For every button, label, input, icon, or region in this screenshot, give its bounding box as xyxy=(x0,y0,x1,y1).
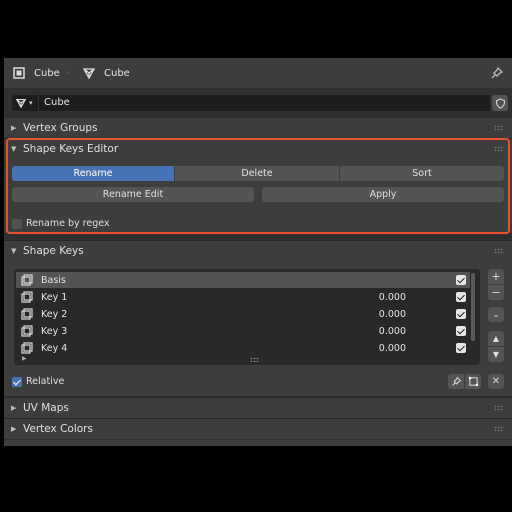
collapsed-triangle-icon: ▶ xyxy=(11,425,17,433)
shape-key-name[interactable]: Key 4 xyxy=(41,343,67,354)
relative-label: Relative xyxy=(26,376,65,387)
triangle-down-icon: ▼ xyxy=(492,350,500,359)
shield-icon xyxy=(495,97,505,109)
shape-key-icon xyxy=(21,308,33,320)
chevron-down-icon: ⌄ xyxy=(492,309,500,320)
drag-handle-icon[interactable] xyxy=(494,426,504,432)
shape-key-name[interactable]: Key 1 xyxy=(41,292,67,303)
collapsed-triangle-icon: ▶ xyxy=(11,404,17,412)
shape-key-row[interactable]: Key 4 0.000 xyxy=(16,340,470,356)
triangle-up-icon: ▲ xyxy=(492,334,500,343)
breadcrumb-separator-icon: › xyxy=(66,68,70,77)
shape-key-mute-checkbox[interactable] xyxy=(456,275,466,285)
drag-handle-icon[interactable] xyxy=(494,125,504,131)
clear-shape-keys-button[interactable]: ✕ xyxy=(488,374,504,389)
list-filter-toggle-icon[interactable]: ▶ xyxy=(22,355,27,362)
move-down-button[interactable]: ▼ xyxy=(488,347,504,362)
shape-key-lock-button[interactable] xyxy=(448,374,464,389)
move-up-button[interactable]: ▲ xyxy=(488,331,504,346)
shape-key-icon xyxy=(21,291,33,303)
plus-icon: + xyxy=(491,270,501,283)
properties-editor: Cube › Cube ▾ Cube ▶ Vertex Groups ▼ Sha… xyxy=(4,58,512,446)
drag-handle-icon[interactable] xyxy=(494,248,504,254)
pin-icon[interactable] xyxy=(490,66,504,80)
edit-mode-icon xyxy=(468,376,478,387)
shape-key-name[interactable]: Key 2 xyxy=(41,309,67,320)
object-name: Cube xyxy=(34,67,60,79)
shape-key-row[interactable]: Basis xyxy=(16,272,470,288)
mesh-data-icon xyxy=(82,68,96,80)
panel-title: UV Maps xyxy=(23,402,69,414)
panel-title: Vertex Colors xyxy=(23,423,93,435)
mesh-datablock-selector: ▾ Cube xyxy=(12,95,508,111)
shape-key-mute-checkbox[interactable] xyxy=(456,292,466,302)
properties-header: Cube › Cube xyxy=(4,58,512,88)
focus-highlight-frame xyxy=(6,138,510,234)
panel-title: Vertex Groups xyxy=(23,122,98,134)
pin-icon xyxy=(451,376,461,386)
shape-key-list[interactable]: Basis Key 1 0.000 Key 2 0.000 Key 3 0.00… xyxy=(14,269,480,365)
mesh-breadcrumb[interactable]: Cube xyxy=(82,66,130,80)
panel-header-vertex-groups[interactable]: ▶ Vertex Groups xyxy=(4,118,512,138)
shape-key-icon xyxy=(21,274,33,286)
remove-shape-key-button[interactable]: − xyxy=(488,285,504,300)
shape-key-value[interactable]: 0.000 xyxy=(379,309,406,320)
close-icon: ✕ xyxy=(491,376,501,387)
fake-user-button[interactable] xyxy=(492,95,508,111)
shape-key-value[interactable]: 0.000 xyxy=(379,343,406,354)
checkbox-checked-icon[interactable] xyxy=(12,376,22,387)
relative-checkbox[interactable]: Relative xyxy=(12,376,64,387)
minus-icon: − xyxy=(491,286,501,299)
panel-header-vertex-colors[interactable]: ▶ Vertex Colors xyxy=(4,419,512,439)
collapsed-triangle-icon: ▶ xyxy=(11,124,17,132)
mesh-name-field[interactable]: Cube xyxy=(39,95,490,111)
shape-key-mute-checkbox[interactable] xyxy=(456,309,466,319)
shape-key-mute-checkbox[interactable] xyxy=(456,343,466,353)
shape-key-edit-mode-button[interactable] xyxy=(465,374,481,389)
panel-title: Shape Keys xyxy=(23,245,84,257)
add-shape-key-button[interactable]: + xyxy=(488,269,504,284)
chevron-down-icon: ▾ xyxy=(29,99,33,107)
object-breadcrumb[interactable]: Cube xyxy=(12,66,60,80)
panel-header-uv-maps[interactable]: ▶ UV Maps xyxy=(4,398,512,418)
shape-key-value[interactable]: 0.000 xyxy=(379,292,406,303)
shape-key-row[interactable]: Key 3 0.000 xyxy=(16,323,470,339)
shape-key-name[interactable]: Key 3 xyxy=(41,326,67,337)
panel-header-partial[interactable] xyxy=(4,440,512,446)
list-scrollbar[interactable] xyxy=(471,273,475,341)
shape-key-name[interactable]: Basis xyxy=(41,275,66,286)
shape-key-row[interactable]: Key 1 0.000 xyxy=(16,289,470,305)
mesh-breadcrumb-name: Cube xyxy=(104,67,130,79)
shape-key-value[interactable]: 0.000 xyxy=(379,326,406,337)
mesh-browse-button[interactable]: ▾ xyxy=(12,95,38,111)
drag-handle-icon[interactable] xyxy=(494,405,504,411)
expanded-triangle-icon: ▼ xyxy=(11,247,17,255)
shape-key-mute-checkbox[interactable] xyxy=(456,326,466,336)
object-icon xyxy=(13,67,25,79)
shape-key-icon xyxy=(21,342,33,354)
list-resize-grip-icon[interactable] xyxy=(250,357,260,362)
shape-key-specials-button[interactable]: ⌄ xyxy=(488,307,504,322)
panel-header-shape-keys[interactable]: ▼ Shape Keys xyxy=(4,241,512,261)
mesh-data-icon xyxy=(15,99,27,109)
shape-key-row[interactable]: Key 2 0.000 xyxy=(16,306,470,322)
shape-key-icon xyxy=(21,325,33,337)
